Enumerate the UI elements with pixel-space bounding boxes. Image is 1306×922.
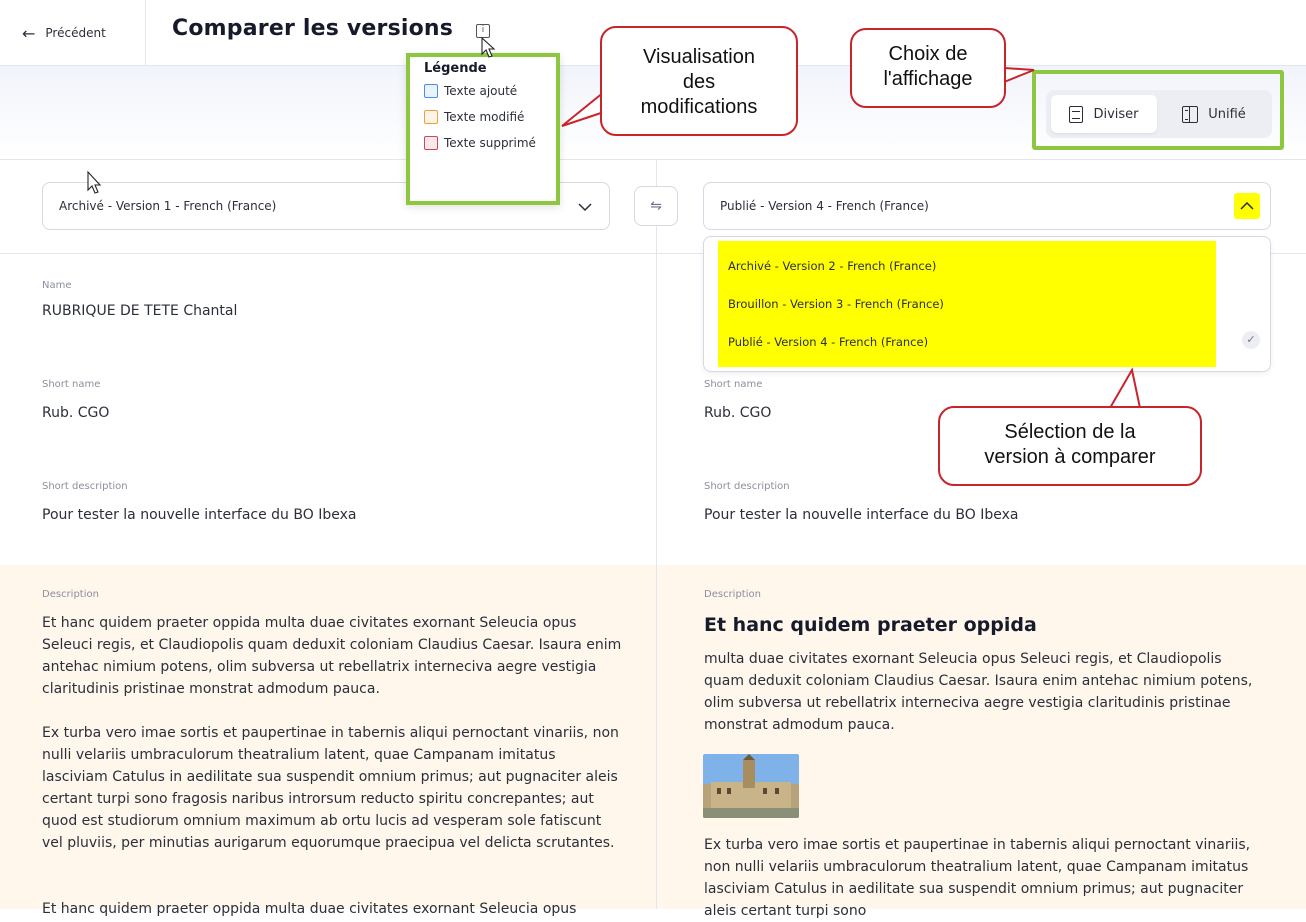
back-label: Précédent (45, 26, 106, 40)
description-paragraph: Ex turba vero imae sortis et paupertinae… (42, 725, 619, 851)
short-name-label: Short name (42, 379, 101, 390)
info-icon[interactable]: i (476, 24, 490, 38)
modified-swatch-icon (424, 110, 438, 124)
dropdown-option[interactable]: Brouillon - Version 3 - French (France) (728, 297, 944, 311)
legend-item-label: Texte ajouté (444, 84, 518, 98)
column-divider (656, 565, 657, 909)
description-heading: Et hanc quidem praeter oppida (704, 614, 1037, 636)
chevron-down-icon (575, 197, 595, 217)
callout-affichage: Choix de l'affichage (850, 28, 1006, 108)
short-description-value: Pour tester la nouvelle interface du BO … (42, 507, 357, 523)
callout-line: version à comparer (984, 446, 1156, 468)
callout-visualisation: Visualisation des modifications (600, 26, 798, 136)
version-dropdown-list: Archivé - Version 2 - French (France) Br… (703, 236, 1271, 372)
legend-item-added: Texte ajouté (424, 84, 542, 98)
description-paragraph: multa duae civitates exornant Seleucia o… (704, 651, 1253, 733)
name-label: Name (42, 280, 72, 291)
legend-item-deleted: Texte supprimé (424, 136, 542, 150)
callout-line: l'affichage (883, 68, 973, 90)
legend-item-label: Texte modifié (444, 110, 525, 124)
swap-icon: ⇋ (650, 198, 662, 214)
short-description-label: Short description (704, 481, 790, 492)
annotation-frame (1032, 70, 1284, 150)
legend-popover: Légende Texte ajouté Texte modifié Texte… (406, 53, 560, 205)
back-button[interactable]: ← Précédent (0, 0, 146, 66)
building-photo-thumbnail (703, 754, 799, 818)
short-description-value: Pour tester la nouvelle interface du BO … (704, 507, 1019, 523)
description-label: Description (704, 589, 761, 600)
callout-line: modifications (640, 96, 758, 118)
short-name-value: Rub. CGO (704, 405, 772, 421)
legend-title: Légende (424, 61, 487, 76)
short-name-value: Rub. CGO (42, 405, 110, 421)
callout-line: Visualisation (643, 46, 755, 68)
deleted-swatch-icon (424, 136, 438, 150)
right-version-select[interactable]: Publié - Version 4 - French (France) (703, 182, 1271, 230)
dropdown-option-selected[interactable]: Publié - Version 4 - French (France) (728, 335, 928, 349)
arrow-left-icon: ← (22, 23, 36, 43)
description-paragraph: Et hanc quidem praeter oppida multa duae… (42, 615, 622, 697)
legend-item-label: Texte supprimé (444, 136, 536, 150)
name-value: RUBRIQUE DE TETE Chantal (42, 303, 238, 319)
callout-selection: Sélection de la version à comparer (938, 406, 1202, 486)
short-name-label: Short name (704, 379, 763, 390)
page-title: Comparer les versions (172, 16, 454, 41)
legend-item-modified: Texte modifié (424, 110, 542, 124)
swap-versions-button[interactable]: ⇋ (634, 186, 678, 226)
callout-line: des (682, 71, 716, 93)
right-version-value: Publié - Version 4 - French (France) (720, 199, 929, 213)
dropdown-option[interactable]: Archivé - Version 2 - French (France) (728, 259, 936, 273)
description-label: Description (42, 589, 99, 600)
description-paragraph: Et hanc quidem praeter oppida multa duae… (42, 901, 577, 917)
short-description-label: Short description (42, 481, 128, 492)
left-version-value: Archivé - Version 1 - French (France) (59, 199, 277, 213)
callout-line: Sélection de la (1004, 421, 1136, 443)
added-swatch-icon (424, 84, 438, 98)
chevron-up-icon (1234, 193, 1260, 219)
callout-line: Choix de (888, 43, 968, 65)
check-icon: ✓ (1242, 331, 1260, 349)
